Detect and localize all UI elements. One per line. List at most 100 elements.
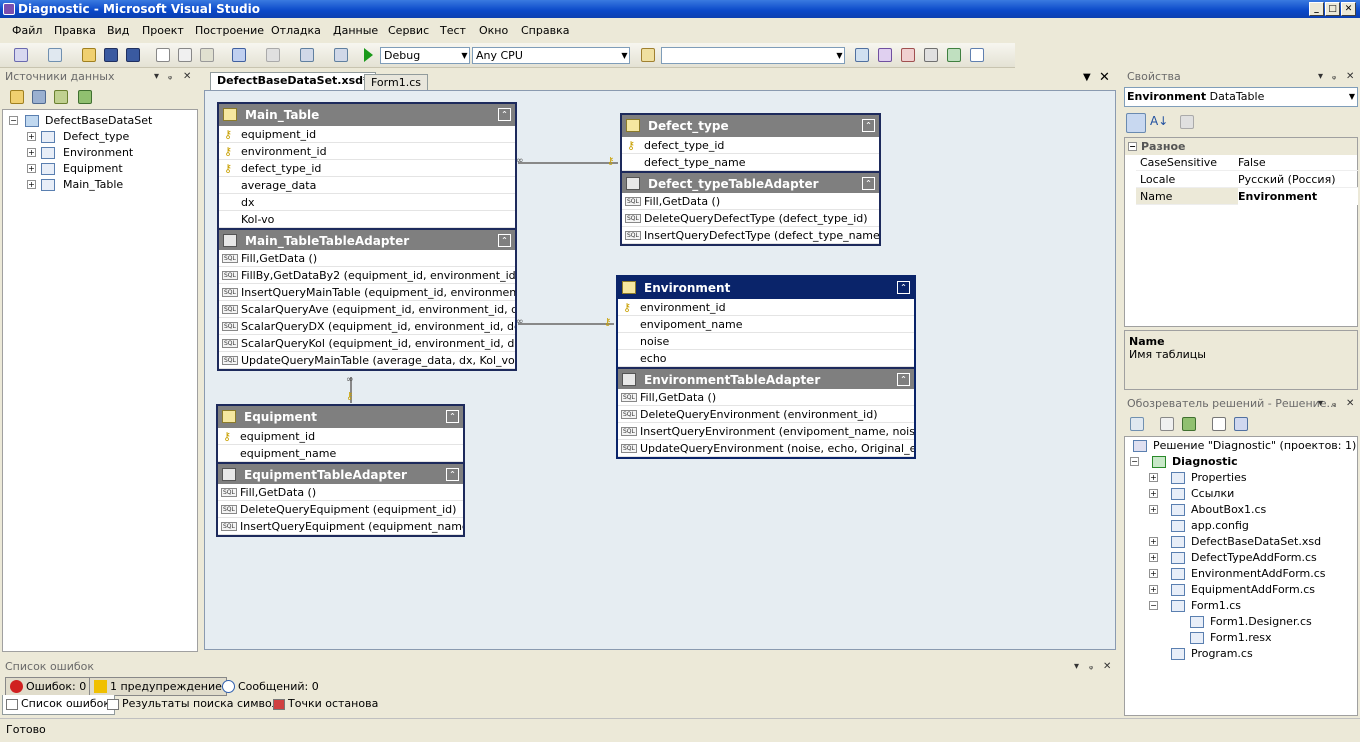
- tree-item[interactable]: + Environment: [27, 145, 187, 161]
- categorized-icon[interactable]: [1126, 113, 1146, 133]
- expand-icon[interactable]: +: [1149, 537, 1158, 546]
- column-row[interactable]: equipment_name: [218, 445, 463, 462]
- save-all-icon[interactable]: [126, 48, 140, 62]
- collapse-icon[interactable]: ⌃: [498, 234, 511, 247]
- expand-icon[interactable]: +: [27, 180, 36, 189]
- column-row[interactable]: ⚷ equipment_id: [218, 428, 463, 445]
- query-row[interactable]: SQL UpdateQueryMainTable (average_data, d…: [219, 352, 515, 369]
- main-table-box[interactable]: Main_Table ⌃ ⚷ equipment_id ⚷ environment_id…: [217, 102, 517, 371]
- query-row[interactable]: SQL DeleteQueryEquipment (equipment_id): [218, 501, 463, 518]
- expand-icon[interactable]: +: [1149, 569, 1158, 578]
- toolbox-icon[interactable]: [924, 48, 938, 62]
- menu-file[interactable]: Файл: [10, 20, 44, 42]
- property-row[interactable]: Locale Русский (Россия): [1136, 171, 1358, 188]
- property-row-selected[interactable]: Name Environment: [1136, 188, 1358, 205]
- collapse-icon[interactable]: −: [9, 116, 18, 125]
- close-icon[interactable]: ✕: [1103, 659, 1111, 674]
- doc-close-icon[interactable]: ✕: [1099, 70, 1110, 85]
- menu-view[interactable]: Вид: [105, 20, 131, 42]
- maximize-button[interactable]: □: [1325, 2, 1340, 16]
- query-row[interactable]: SQL InsertQueryEquipment (equipment_name): [218, 518, 463, 535]
- save-icon[interactable]: [104, 48, 118, 62]
- close-window-button[interactable]: ✕: [1341, 2, 1356, 16]
- equipment-table-box[interactable]: Equipment ⌃ ⚷ equipment_id equipment_name E…: [216, 404, 465, 537]
- expand-icon[interactable]: +: [1149, 585, 1158, 594]
- dropdown-icon[interactable]: ▾: [154, 69, 159, 84]
- column-row[interactable]: ⚷ environment_id: [618, 299, 914, 316]
- pin-icon[interactable]: ᵩ: [1089, 659, 1093, 674]
- query-row[interactable]: SQL DeleteQueryEnvironment (environment_i…: [618, 406, 914, 423]
- query-row[interactable]: SQL Fill,GetData (): [622, 193, 879, 210]
- object-browser-icon[interactable]: [901, 48, 915, 62]
- minimize-button[interactable]: _: [1309, 2, 1324, 16]
- show-all-files-icon[interactable]: [1160, 417, 1174, 431]
- warnings-filter-button[interactable]: 1 предупреждение: [89, 677, 227, 696]
- properties-icon[interactable]: [1130, 417, 1144, 431]
- expand-icon[interactable]: +: [27, 164, 36, 173]
- close-icon[interactable]: ✕: [183, 69, 191, 84]
- collapse-icon[interactable]: ⌃: [446, 468, 459, 481]
- tab-find-symbol-results[interactable]: Результаты поиска символа: [104, 695, 290, 715]
- refresh-icon[interactable]: [78, 90, 92, 104]
- column-row[interactable]: dx: [219, 194, 515, 211]
- tree-item[interactable]: + Defect_type: [27, 129, 187, 145]
- column-row[interactable]: ⚷ environment_id: [219, 143, 515, 160]
- query-row[interactable]: SQL InsertQueryDefectType (defect_type_na…: [622, 227, 879, 244]
- collapse-icon[interactable]: −: [1149, 601, 1158, 610]
- pin-icon[interactable]: ᵩ: [1332, 69, 1336, 84]
- pin-icon[interactable]: ᵩ: [168, 69, 172, 84]
- pin-icon[interactable]: ᵩ: [1332, 396, 1336, 411]
- configure-dataset-icon[interactable]: [54, 90, 68, 104]
- relation-line[interactable]: [518, 323, 614, 325]
- menu-help[interactable]: Справка: [519, 20, 571, 42]
- start-debug-icon[interactable]: [364, 48, 373, 62]
- expand-icon[interactable]: +: [1149, 505, 1158, 514]
- tab-dataset-xsd[interactable]: DefectBaseDataSet.xsd*: [210, 72, 376, 90]
- query-row[interactable]: SQL Fill,GetData (): [618, 389, 914, 406]
- cut-icon[interactable]: [156, 48, 170, 62]
- collapse-icon[interactable]: ⌃: [862, 119, 875, 132]
- query-row[interactable]: SQL ScalarQueryDX (equipment_id, environm…: [219, 318, 515, 335]
- tab-form1[interactable]: Form1.cs: [364, 74, 428, 90]
- menu-debug[interactable]: Отладка: [269, 20, 323, 42]
- query-row[interactable]: SQL UpdateQueryEnvironment (noise, echo, …: [618, 440, 914, 457]
- dropdown-icon[interactable]: ▾: [1074, 659, 1079, 674]
- property-value[interactable]: Environment: [1238, 188, 1358, 205]
- column-row[interactable]: ⚷ equipment_id: [219, 126, 515, 143]
- start-page-icon[interactable]: [947, 48, 961, 62]
- tree-item[interactable]: + Equipment: [27, 161, 187, 177]
- collapse-icon[interactable]: −: [1128, 142, 1137, 151]
- close-icon[interactable]: ✕: [1346, 396, 1354, 411]
- query-row[interactable]: SQL Fill,GetData (): [219, 250, 515, 267]
- query-row[interactable]: SQL ScalarQueryKol (equipment_id, environ…: [219, 335, 515, 352]
- menu-tools[interactable]: Сервис: [386, 20, 431, 42]
- column-row[interactable]: ⚷ defect_type_id: [219, 160, 515, 177]
- properties-icon[interactable]: [878, 48, 892, 62]
- column-row[interactable]: defect_type_name: [622, 154, 879, 171]
- paste-icon[interactable]: [200, 48, 214, 62]
- property-value[interactable]: False: [1238, 154, 1266, 171]
- close-icon[interactable]: ✕: [1346, 69, 1354, 84]
- property-value[interactable]: Русский (Россия): [1238, 171, 1336, 188]
- open-file-icon[interactable]: [82, 48, 96, 62]
- dropdown-icon[interactable]: ▾: [1318, 396, 1323, 411]
- find-combo[interactable]: ▼: [661, 47, 845, 64]
- properties-object-select[interactable]: Environment DataTable ▼: [1124, 87, 1358, 107]
- defect-type-table-box[interactable]: Defect_type ⌃ ⚷ defect_type_id defect_type_…: [620, 113, 881, 246]
- messages-filter-button[interactable]: Сообщений: 0: [217, 677, 324, 696]
- view-designer-icon[interactable]: [1234, 417, 1248, 431]
- add-datasource-icon[interactable]: [10, 90, 24, 104]
- copy-icon[interactable]: [178, 48, 192, 62]
- collapse-icon[interactable]: −: [1130, 457, 1139, 466]
- collapse-icon[interactable]: ⌃: [897, 281, 910, 294]
- navigate-forward-icon[interactable]: [334, 48, 348, 62]
- column-row[interactable]: echo: [618, 350, 914, 367]
- command-window-icon[interactable]: [970, 48, 984, 62]
- platform-select[interactable]: Any CPU ▼: [472, 47, 630, 64]
- collapse-icon[interactable]: ⌃: [862, 177, 875, 190]
- expand-icon[interactable]: +: [1149, 473, 1158, 482]
- property-pages-icon[interactable]: [1180, 115, 1194, 129]
- expand-icon[interactable]: +: [27, 148, 36, 157]
- tree-root[interactable]: − DefectBaseDataSet: [9, 113, 189, 129]
- expand-icon[interactable]: +: [27, 132, 36, 141]
